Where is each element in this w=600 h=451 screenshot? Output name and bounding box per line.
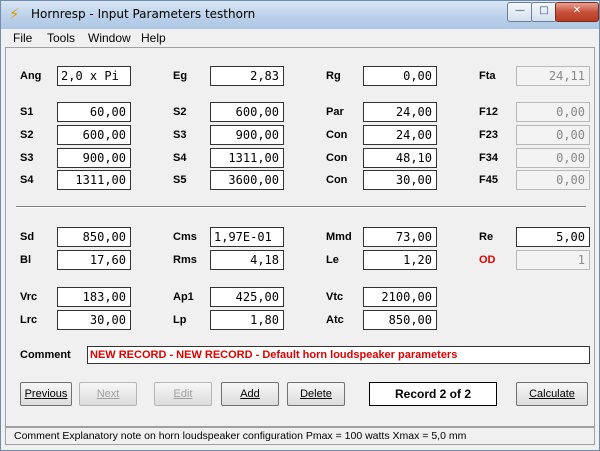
field-bl[interactable]: 17,60 xyxy=(57,250,131,270)
field-lp[interactable]: 1,80 xyxy=(210,310,284,330)
field-s1[interactable]: 60,00 xyxy=(57,102,131,122)
field-ang[interactable]: 2,0 x Pi xyxy=(57,66,131,86)
field-cms[interactable]: 1,97E-01 xyxy=(210,227,284,247)
field-s3[interactable]: 900,00 xyxy=(57,148,131,168)
minimize-button[interactable]: — xyxy=(507,2,533,22)
field-con-2[interactable]: 48,10 xyxy=(363,148,437,168)
field-con-1[interactable]: 24,00 xyxy=(363,125,437,145)
field-con-3[interactable]: 30,00 xyxy=(363,170,437,190)
field-f34: 0,00 xyxy=(516,148,590,168)
field-f12: 0,00 xyxy=(516,102,590,122)
field-f45: 0,00 xyxy=(516,170,590,190)
field-sd[interactable]: 850,00 xyxy=(57,227,131,247)
label-f45: F45 xyxy=(479,174,498,186)
label-comment: Comment xyxy=(20,349,71,361)
field-rg[interactable]: 0,00 xyxy=(363,66,437,86)
label-rms: Rms xyxy=(173,254,197,266)
menu-bar: File Tools Window Help xyxy=(5,29,595,47)
lightning-app-icon: ⚡ xyxy=(9,5,20,23)
title-bar[interactable]: ⚡ Hornresp - Input Parameters testhorn —… xyxy=(1,1,599,29)
calculate-button[interactable]: Calculate xyxy=(516,382,588,406)
label-con-3: Con xyxy=(326,174,348,186)
field-eg[interactable]: 2,83 xyxy=(210,66,284,86)
field-vrc[interactable]: 183,00 xyxy=(57,287,131,307)
edit-button[interactable]: Edit xyxy=(154,382,212,406)
section-divider xyxy=(16,206,586,208)
window-title: Hornresp - Input Parameters testhorn xyxy=(31,7,256,21)
label-eg: Eg xyxy=(173,70,188,82)
close-button[interactable]: ✕ xyxy=(555,2,599,22)
field-s2b[interactable]: 600,00 xyxy=(210,102,284,122)
menu-window[interactable]: Window xyxy=(88,31,131,45)
label-fta: Fta xyxy=(479,70,496,82)
label-s4: S4 xyxy=(20,174,34,186)
field-par[interactable]: 24,00 xyxy=(363,102,437,122)
field-re[interactable]: 5,00 xyxy=(516,227,590,247)
input-parameters-panel: Ang 2,0 x Pi S1 60,00 S2 600,00 S3 900,0… xyxy=(5,47,595,427)
field-s4[interactable]: 1311,00 xyxy=(57,170,131,190)
label-lp: Lp xyxy=(173,314,187,326)
status-bar: Comment Explanatory note on horn loudspe… xyxy=(5,427,595,445)
label-atc: Atc xyxy=(326,314,344,326)
field-rms[interactable]: 4,18 xyxy=(210,250,284,270)
label-cms: Cms xyxy=(173,231,197,243)
label-s4b: S4 xyxy=(173,152,187,164)
field-ap1[interactable]: 425,00 xyxy=(210,287,284,307)
label-par: Par xyxy=(326,106,344,118)
add-button[interactable]: Add xyxy=(221,382,279,406)
label-con-2: Con xyxy=(326,152,348,164)
field-vtc[interactable]: 2100,00 xyxy=(363,287,437,307)
delete-button[interactable]: Delete xyxy=(287,382,345,406)
maximize-button[interactable]: □ xyxy=(531,2,557,22)
field-od: 1 xyxy=(516,250,590,270)
field-lrc[interactable]: 30,00 xyxy=(57,310,131,330)
label-le: Le xyxy=(326,254,339,266)
label-mmd: Mmd xyxy=(326,231,352,243)
menu-help[interactable]: Help xyxy=(141,31,166,45)
label-s3b: S3 xyxy=(173,129,187,141)
label-s3: S3 xyxy=(20,152,34,164)
label-ap1: Ap1 xyxy=(173,291,194,303)
label-s5: S5 xyxy=(173,174,187,186)
label-bl: Bl xyxy=(20,254,31,266)
field-s5[interactable]: 3600,00 xyxy=(210,170,284,190)
field-fta: 24,11 xyxy=(516,66,590,86)
record-indicator: Record 2 of 2 xyxy=(369,382,497,406)
label-s2b: S2 xyxy=(173,106,187,118)
field-mmd[interactable]: 73,00 xyxy=(363,227,437,247)
field-f23: 0,00 xyxy=(516,125,590,145)
label-sd: Sd xyxy=(20,231,35,243)
field-s3b[interactable]: 900,00 xyxy=(210,125,284,145)
label-vrc: Vrc xyxy=(20,291,38,303)
comment-field[interactable]: NEW RECORD - NEW RECORD - Default horn l… xyxy=(87,346,590,364)
field-s4b[interactable]: 1311,00 xyxy=(210,148,284,168)
label-re: Re xyxy=(479,231,494,243)
label-con-1: Con xyxy=(326,129,348,141)
previous-button[interactable]: Previous xyxy=(20,382,72,406)
label-vtc: Vtc xyxy=(326,291,344,303)
label-ang: Ang xyxy=(20,70,42,82)
field-atc[interactable]: 850,00 xyxy=(363,310,437,330)
label-f23: F23 xyxy=(479,129,498,141)
label-od: OD xyxy=(479,254,496,266)
label-lrc: Lrc xyxy=(20,314,38,326)
next-button[interactable]: Next xyxy=(79,382,137,406)
label-rg: Rg xyxy=(326,70,341,82)
field-s2[interactable]: 600,00 xyxy=(57,125,131,145)
hornresp-window: ⚡ Hornresp - Input Parameters testhorn —… xyxy=(0,0,600,451)
menu-file[interactable]: File xyxy=(13,31,32,45)
label-f12: F12 xyxy=(479,106,498,118)
field-le[interactable]: 1,20 xyxy=(363,250,437,270)
label-s2: S2 xyxy=(20,129,34,141)
menu-tools[interactable]: Tools xyxy=(47,31,75,45)
label-s1: S1 xyxy=(20,106,34,118)
label-f34: F34 xyxy=(479,152,498,164)
